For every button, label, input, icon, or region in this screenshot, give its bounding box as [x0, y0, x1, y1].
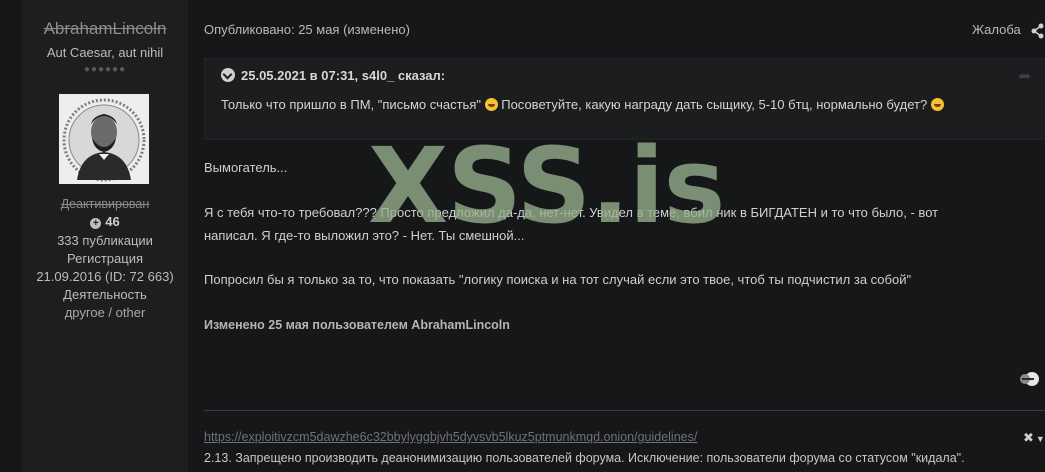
quote-text-part2: Посоветуйте, какую награду дать сыщику, … — [501, 97, 928, 112]
post-paragraph-2: Я с тебя что-то требовал??? Просто предл… — [204, 201, 938, 247]
laughing-emoji-icon — [930, 98, 944, 111]
post-paragraph-1: Вымогатель... — [204, 160, 288, 175]
plus-circle-icon: + — [90, 218, 102, 229]
chevron-down-circle-icon[interactable] — [221, 68, 235, 82]
quote-link-icon[interactable]: ➦ — [1018, 67, 1031, 85]
quote-header-text: 25.05.2021 в 07:31, s4l0_ сказал: — [241, 68, 446, 83]
activity-label: Деятельность — [63, 287, 147, 302]
author-group: Деактивирован — [60, 197, 150, 211]
post-date[interactable]: Опубликовано: 25 мая (изменено) — [204, 22, 410, 37]
post-paragraph-3: Попросил бы я только за то, что показать… — [204, 272, 912, 287]
post-paragraph-2-line1: Я с тебя что-то требовал??? Просто предл… — [204, 205, 939, 220]
signature-link[interactable]: https://exploitivzcm5dawzhe6c32bbylyggbj… — [204, 430, 697, 444]
edited-note: Изменено 25 мая пользователем AbrahamLin… — [204, 318, 510, 332]
quote-block: 25.05.2021 в 07:31, s4l0_ сказал: ➦ Толь… — [204, 58, 1045, 140]
registration-label: Регистрация — [67, 251, 143, 266]
author-title: Aut Caesar, aut nihil — [46, 45, 164, 60]
author-reputation: +46 — [22, 214, 188, 229]
signature-text: 2.13. Запрещено производить деанонимизац… — [204, 451, 965, 465]
signature-close-button[interactable]: ✖ ▼ — [1023, 430, 1045, 446]
author-username[interactable]: AbrahamLincoln — [22, 19, 188, 39]
activity-value: другое / other — [64, 305, 146, 320]
caret-down-icon[interactable]: ▼ — [1036, 434, 1045, 444]
quote-text: Только что пришло в ПМ, "письмо счастья"… — [221, 97, 944, 112]
author-panel: AbrahamLincoln Aut Caesar, aut nihil ●●●… — [22, 0, 188, 472]
reputation-value: 46 — [105, 214, 120, 229]
rank-pips: ●●●●●● — [83, 64, 127, 75]
laughing-emoji-icon — [484, 98, 498, 111]
share-icon[interactable] — [1030, 22, 1045, 40]
reaction-icon[interactable] — [1019, 371, 1041, 387]
registration-value: 21.09.2016 (ID: 72 663) — [36, 269, 174, 284]
avatar-portrait-icon — [59, 94, 149, 184]
author-posts: 333 публикации — [57, 233, 153, 248]
signature-divider — [204, 410, 1045, 411]
close-icon[interactable]: ✖ — [1023, 430, 1034, 445]
quote-header[interactable]: 25.05.2021 в 07:31, s4l0_ сказал: — [221, 68, 445, 83]
report-link[interactable]: Жалоба — [972, 22, 1021, 37]
quote-text-part1: Только что пришло в ПМ, "письмо счастья" — [221, 97, 481, 112]
avatar[interactable] — [59, 94, 149, 184]
post-paragraph-2-line2: написал. Я где-то выложил это? - Нет. Ты… — [204, 228, 525, 243]
